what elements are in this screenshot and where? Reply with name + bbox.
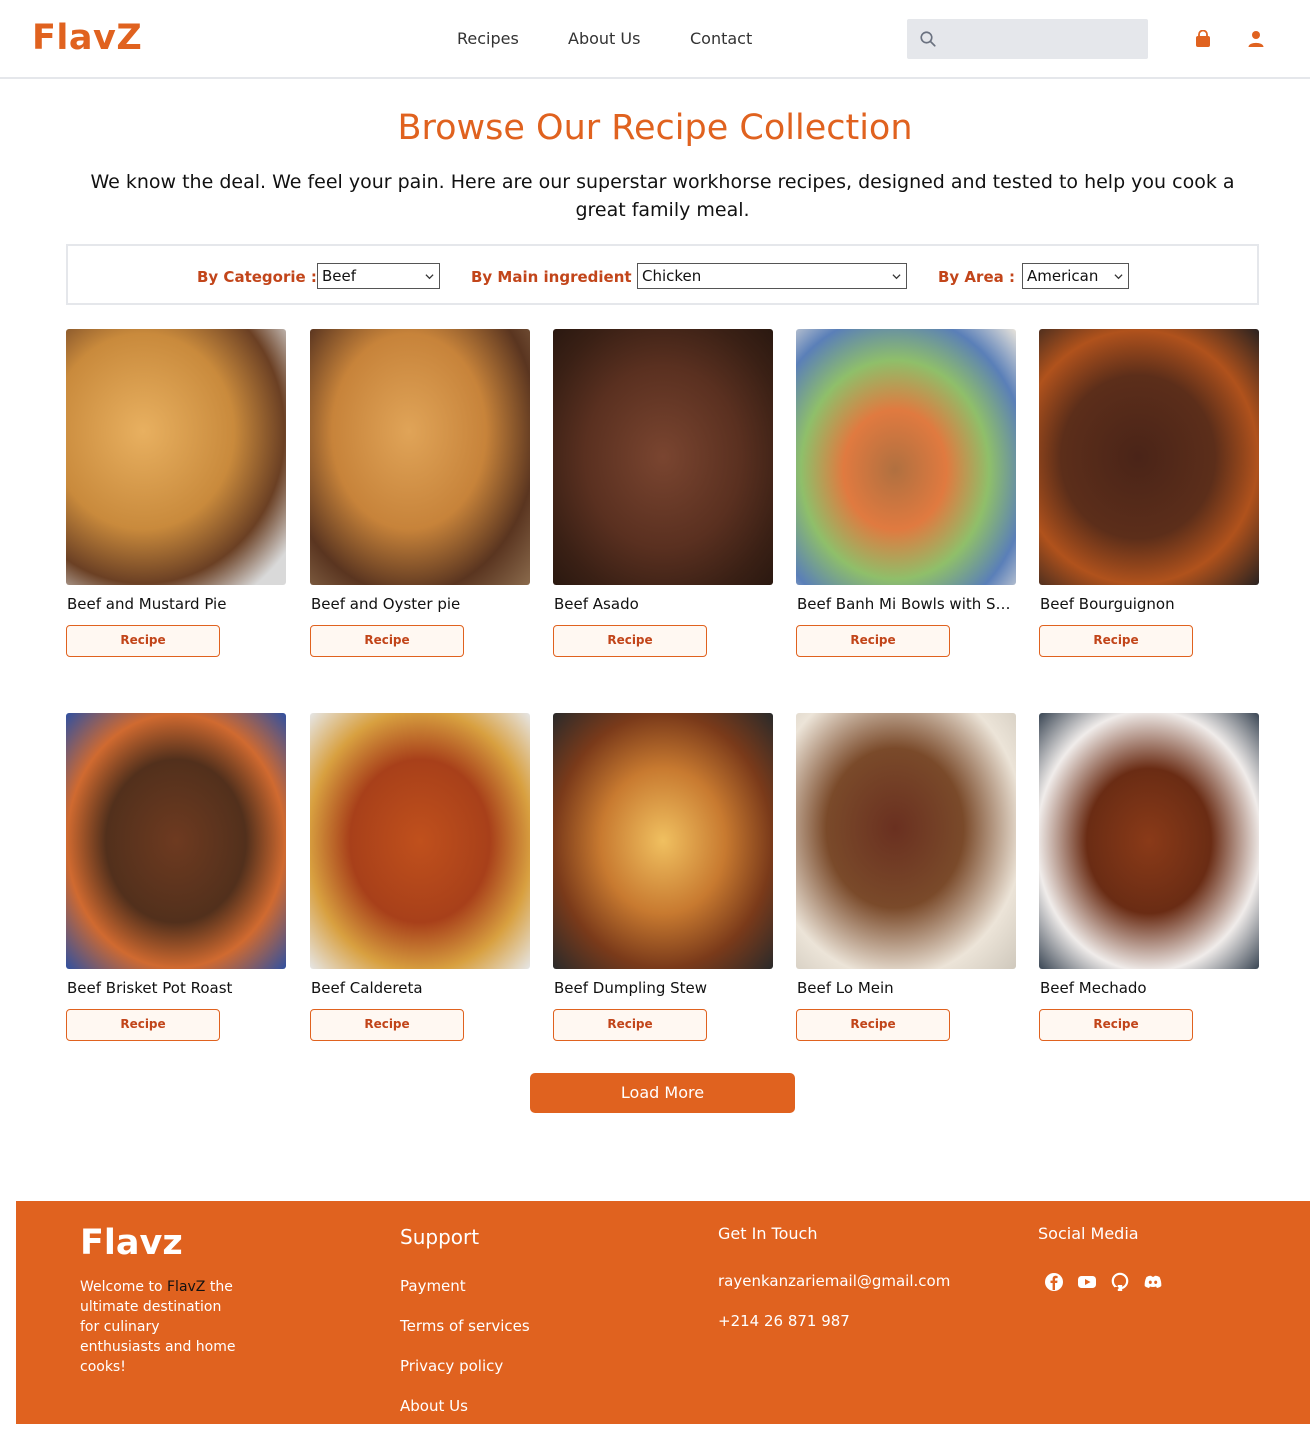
user-icon[interactable]: [1248, 30, 1264, 48]
social-heading: Social Media: [1038, 1224, 1139, 1243]
area-select[interactable]: American: [1022, 263, 1129, 289]
area-select-value: American: [1027, 267, 1099, 285]
site-header: FlavZ Recipes About Us Contact: [0, 0, 1310, 79]
category-filter-label: By Categorie :: [197, 268, 317, 286]
discord-icon[interactable]: [1143, 1272, 1163, 1292]
recipe-button[interactable]: Recipe: [1039, 625, 1193, 657]
nav-contact[interactable]: Contact: [690, 29, 752, 48]
recipe-image-beef-bourguignon[interactable]: [1039, 329, 1259, 585]
footer-link-payment[interactable]: Payment: [400, 1277, 466, 1295]
recipe-image-beef-mechado[interactable]: [1039, 713, 1259, 969]
recipe-card: Beef and Mustard Pie Recipe: [66, 329, 286, 657]
footer-desc-highlight: FlavZ: [167, 1279, 206, 1295]
recipe-image-beef-dumpling-stew[interactable]: [553, 713, 773, 969]
category-select[interactable]: Beef: [317, 263, 440, 289]
nav-about-us[interactable]: About Us: [568, 29, 640, 48]
footer-link-terms[interactable]: Terms of services: [400, 1317, 530, 1335]
recipe-image-beef-brisket-pot-roast[interactable]: [66, 713, 286, 969]
footer-desc-pre: Welcome to: [80, 1279, 167, 1295]
recipe-button[interactable]: Recipe: [310, 1009, 464, 1041]
recipe-button[interactable]: Recipe: [796, 1009, 950, 1041]
filter-bar: By Categorie : Beef By Main ingredient :…: [66, 244, 1259, 305]
chevron-down-icon: [892, 274, 901, 280]
recipe-button[interactable]: Recipe: [796, 625, 950, 657]
footer-link-privacy[interactable]: Privacy policy: [400, 1357, 503, 1375]
ingredient-filter-label: By Main ingredient :: [471, 268, 643, 286]
search-input[interactable]: [947, 25, 1142, 53]
recipe-card: Beef Mechado Recipe: [1039, 713, 1259, 1041]
recipe-button[interactable]: Recipe: [310, 625, 464, 657]
recipe-name: Beef Dumpling Stew: [554, 979, 708, 997]
area-filter-label: By Area :: [938, 268, 1015, 286]
search-box: [907, 19, 1148, 59]
recipe-button[interactable]: Recipe: [553, 625, 707, 657]
github-icon[interactable]: [1110, 1272, 1130, 1292]
recipe-card: Beef Lo Mein Recipe: [796, 713, 1016, 1041]
recipe-image-beef-caldereta[interactable]: [310, 713, 530, 969]
ingredient-select-value: Chicken: [642, 267, 702, 285]
ingredient-select[interactable]: Chicken: [637, 263, 907, 289]
footer-description: Welcome to FlavZ the ultimate destinatio…: [80, 1277, 240, 1377]
recipe-name: Beef Asado: [554, 595, 639, 613]
recipe-button[interactable]: Recipe: [66, 625, 220, 657]
recipe-button[interactable]: Recipe: [1039, 1009, 1193, 1041]
recipe-image-beef-asado[interactable]: [553, 329, 773, 585]
logo[interactable]: FlavZ: [32, 18, 142, 58]
support-heading: Support: [400, 1225, 480, 1249]
recipe-name: Beef and Oyster pie: [311, 595, 461, 613]
search-icon: [920, 31, 936, 47]
recipe-card: Beef Asado Recipe: [553, 329, 773, 657]
footer-brand: Flavz: [80, 1223, 183, 1263]
recipe-name: Beef Banh Mi Bowls with Sriracha Mayo, C…: [797, 595, 1015, 613]
page-title: Browse Our Recipe Collection: [397, 108, 913, 148]
recipe-image-beef-lo-mein[interactable]: [796, 713, 1016, 969]
nav-recipes[interactable]: Recipes: [457, 29, 519, 48]
recipe-card: Beef Bourguignon Recipe: [1039, 329, 1259, 657]
footer-email[interactable]: rayenkanzariemail@gmail.com: [718, 1272, 950, 1290]
chevron-down-icon: [1114, 274, 1123, 280]
site-footer: Flavz Welcome to FlavZ the ultimate dest…: [16, 1201, 1310, 1424]
recipe-button[interactable]: Recipe: [66, 1009, 220, 1041]
facebook-icon[interactable]: [1044, 1272, 1064, 1292]
load-more-button[interactable]: Load More: [530, 1073, 795, 1113]
chevron-down-icon: [425, 274, 434, 280]
recipe-card: Beef Dumpling Stew Recipe: [553, 713, 773, 1041]
recipe-name: Beef Bourguignon: [1040, 595, 1175, 613]
youtube-icon[interactable]: [1077, 1272, 1097, 1292]
category-select-value: Beef: [322, 267, 357, 285]
recipe-name: Beef and Mustard Pie: [67, 595, 227, 613]
recipe-card: Beef Banh Mi Bowls with Sriracha Mayo, C…: [796, 329, 1016, 657]
footer-link-about-us[interactable]: About Us: [400, 1397, 468, 1415]
recipe-card: Beef and Oyster pie Recipe: [310, 329, 530, 657]
page-subtitle: We know the deal. We feel your pain. Her…: [90, 171, 1235, 221]
footer-phone[interactable]: +214 26 871 987: [718, 1312, 850, 1330]
recipe-card: Beef Caldereta Recipe: [310, 713, 530, 1041]
recipe-card: Beef Brisket Pot Roast Recipe: [66, 713, 286, 1041]
contact-heading: Get In Touch: [718, 1224, 818, 1243]
recipe-image-beef-and-oyster-pie[interactable]: [310, 329, 530, 585]
recipe-image-beef-and-mustard-pie[interactable]: [66, 329, 286, 585]
shopping-bag-icon[interactable]: [1195, 30, 1211, 48]
recipe-image-beef-banh-mi-bowls[interactable]: [796, 329, 1016, 585]
recipe-name: Beef Brisket Pot Roast: [67, 979, 233, 997]
recipe-name: Beef Lo Mein: [797, 979, 894, 997]
recipe-name: Beef Mechado: [1040, 979, 1147, 997]
recipe-button[interactable]: Recipe: [553, 1009, 707, 1041]
recipe-name: Beef Caldereta: [311, 979, 423, 997]
